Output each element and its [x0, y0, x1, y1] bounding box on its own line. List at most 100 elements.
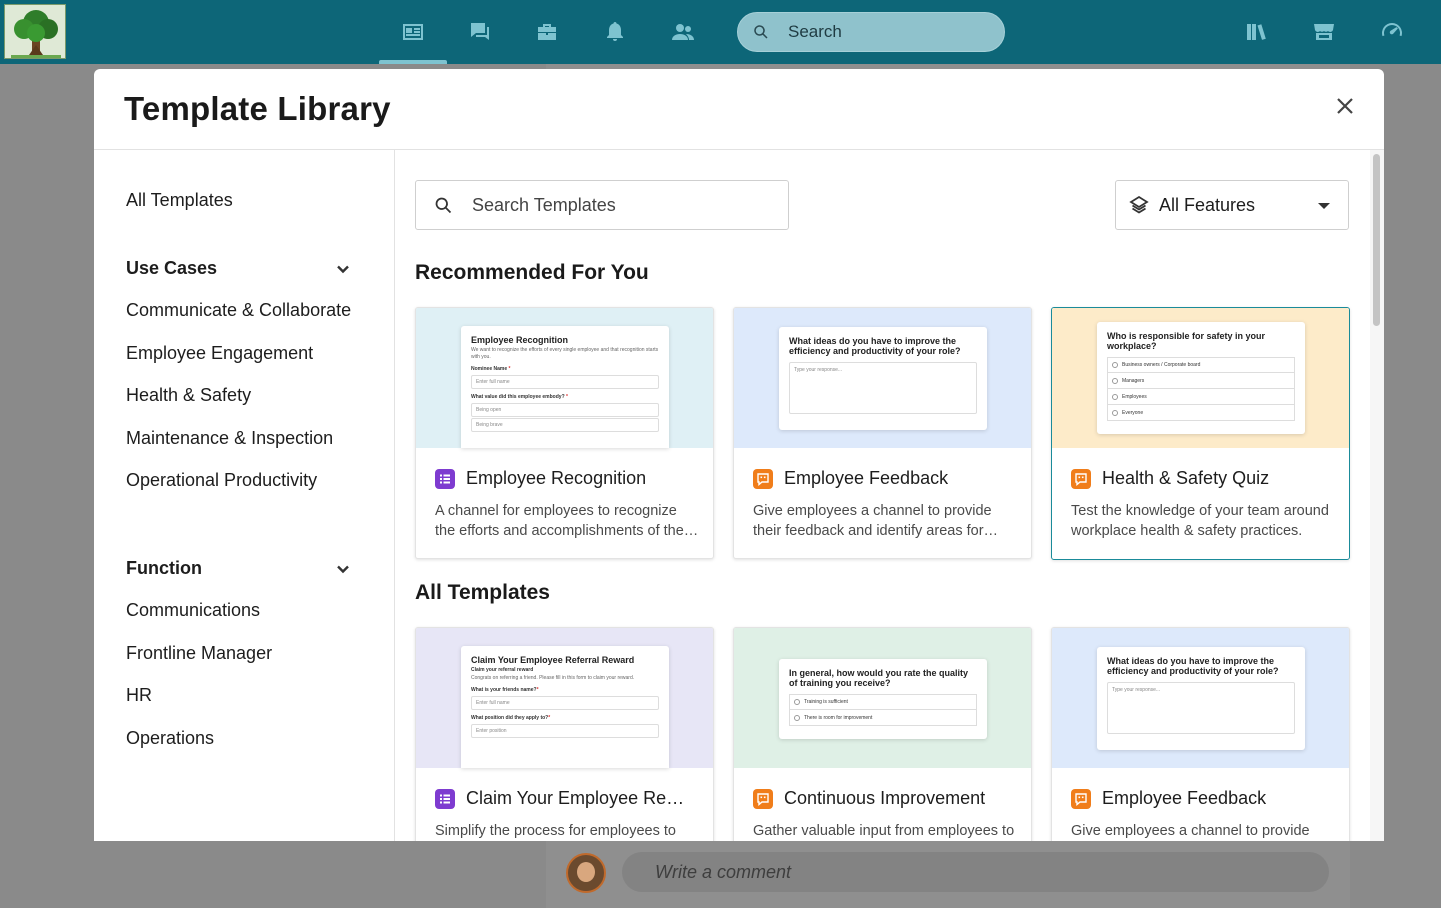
- use-cases-heading: Use Cases: [126, 258, 218, 278]
- global-search-bar[interactable]: Search: [737, 12, 1005, 52]
- bell-icon[interactable]: [600, 17, 630, 47]
- preview-title: Employee Recognition: [471, 335, 569, 345]
- template-card-employee-feedback-2[interactable]: What ideas do you have to improve the ef…: [1051, 627, 1350, 841]
- library-icon[interactable]: [1241, 17, 1271, 47]
- sidebar-item-maintenance-inspection[interactable]: Maintenance & Inspection: [126, 428, 333, 449]
- top-navigation-bar: Search: [0, 0, 1441, 64]
- preview-title: Who is responsible for safety in your wo…: [1107, 331, 1266, 351]
- survey-bubble-icon: [1071, 788, 1091, 809]
- preview-option: There is room for improvement: [789, 710, 977, 726]
- chevron-down-icon: [337, 265, 349, 273]
- layers-icon: [1129, 195, 1149, 215]
- form-preview: Who is responsible for safety in your wo…: [1097, 322, 1305, 434]
- survey-bubble-icon: [1071, 468, 1091, 489]
- tree-logo-icon[interactable]: [4, 4, 66, 59]
- preview-option: Managers: [1107, 373, 1295, 389]
- template-card-continuous-improvement[interactable]: In general, how would you rate the quali…: [733, 627, 1032, 841]
- toolbox-icon[interactable]: [532, 17, 562, 47]
- template-thumbnail: What ideas do you have to improve the ef…: [1052, 628, 1349, 768]
- sidebar-item-communications[interactable]: Communications: [126, 600, 260, 621]
- template-card-description: Test the knowledge of your team around w…: [1071, 503, 1329, 539]
- store-icon[interactable]: [1309, 17, 1339, 47]
- preview-field: Enter position: [471, 724, 659, 738]
- template-search-box[interactable]: [415, 180, 789, 230]
- template-card-description: Simplify the process for employees to cl…: [435, 823, 676, 839]
- people-icon[interactable]: [668, 17, 698, 47]
- preview-option: Employees: [1107, 389, 1295, 405]
- template-card-title: Employee Feedback: [753, 468, 1023, 489]
- preview-title: In general, how would you rate the quali…: [789, 668, 969, 688]
- template-card-description: Gather valuable input from employees to …: [753, 823, 1015, 839]
- use-cases-section-toggle[interactable]: Use Cases: [126, 258, 351, 279]
- modal-header: Template Library: [94, 69, 1384, 150]
- preview-option-text: There is room for improvement: [804, 714, 873, 721]
- preview-option-text: Training is sufficient: [804, 699, 848, 705]
- modal-title: Template Library: [124, 90, 391, 127]
- features-dropdown[interactable]: All Features: [1115, 180, 1349, 230]
- form-preview: Employee Recognition We want to recogniz…: [461, 326, 669, 448]
- template-card-claim-referral-reward[interactable]: Claim Your Employee Referral Reward Clai…: [415, 627, 714, 841]
- caret-down-icon: [1318, 203, 1330, 209]
- sidebar-item-frontline-manager[interactable]: Frontline Manager: [126, 643, 272, 664]
- preview-field: Enter full name: [471, 375, 659, 389]
- form-preview: What ideas do you have to improve the ef…: [1097, 647, 1305, 750]
- template-card-title: Claim Your Employee Referral Reward: [435, 788, 705, 809]
- template-card-title: Continuous Improvement: [753, 788, 1023, 809]
- template-card-description: A channel for employees to recognize the…: [435, 503, 692, 539]
- function-section-toggle[interactable]: Function: [126, 558, 351, 579]
- sidebar-item-operations[interactable]: Operations: [126, 728, 214, 749]
- preview-option: Everyone: [1107, 405, 1295, 421]
- template-search-input[interactable]: [472, 194, 772, 216]
- preview-question-text: What value did this employee embody?: [471, 394, 565, 400]
- template-sidebar: All Templates Use Cases Communicate & Co…: [94, 150, 395, 841]
- template-card-title: Employee Feedback: [1071, 788, 1341, 809]
- preview-description: Congrats on referring a friend. Please f…: [471, 675, 635, 681]
- template-thumbnail: Who is responsible for safety in your wo…: [1052, 308, 1349, 448]
- template-card-title-text: Employee Feedback: [1102, 788, 1267, 808]
- preview-title: What ideas do you have to improve the ef…: [789, 336, 961, 356]
- form-list-icon: [435, 468, 455, 489]
- preview-field: Type your response...: [789, 362, 977, 414]
- template-card-employee-recognition[interactable]: Employee Recognition We want to recogniz…: [415, 307, 714, 559]
- content-scrollbar-thumb[interactable]: [1373, 154, 1380, 326]
- sidebar-item-operational-productivity[interactable]: Operational Productivity: [126, 470, 317, 491]
- sidebar-item-communicate-collaborate[interactable]: Communicate & Collaborate: [126, 300, 351, 321]
- sidebar-item-hr[interactable]: HR: [126, 685, 152, 706]
- preview-options: Training is sufficient There is room for…: [789, 694, 977, 726]
- template-card-employee-feedback[interactable]: What ideas do you have to improve the ef…: [733, 307, 1032, 559]
- template-card-health-safety-quiz[interactable]: Who is responsible for safety in your wo…: [1051, 307, 1350, 560]
- form-preview: Claim Your Employee Referral Reward Clai…: [461, 646, 669, 768]
- speedometer-icon[interactable]: [1377, 17, 1407, 47]
- preview-question: Nominee Name *: [471, 366, 511, 372]
- form-preview: In general, how would you rate the quali…: [779, 659, 987, 739]
- avatar: [566, 853, 606, 893]
- template-library-modal: Template Library All Templates Use Cases…: [94, 69, 1384, 841]
- preview-question: What position did they apply to?*: [471, 715, 551, 721]
- chat-icon[interactable]: [465, 17, 495, 47]
- comment-input[interactable]: Write a comment: [622, 852, 1329, 892]
- preview-option-text: Everyone: [1122, 409, 1144, 416]
- sidebar-item-employee-engagement[interactable]: Employee Engagement: [126, 343, 313, 364]
- preview-question: What value did this employee embody? *: [471, 394, 568, 400]
- sidebar-item-all-templates[interactable]: All Templates: [126, 190, 233, 211]
- active-nav-indicator: [379, 60, 447, 64]
- preview-option: Training is sufficient: [789, 694, 977, 710]
- preview-options: Business owners / Corporate board Manage…: [1107, 357, 1295, 421]
- template-thumbnail: In general, how would you rate the quali…: [734, 628, 1031, 768]
- preview-option: Business owners / Corporate board: [1107, 357, 1295, 373]
- preview-title: What ideas do you have to improve the ef…: [1107, 656, 1279, 676]
- global-search-label: Search: [788, 22, 842, 41]
- close-button[interactable]: [1334, 95, 1356, 117]
- sidebar-item-health-safety[interactable]: Health & Safety: [126, 385, 251, 406]
- newsfeed-icon[interactable]: [398, 17, 428, 47]
- survey-bubble-icon: [753, 468, 773, 489]
- template-card-title: Health & Safety Quiz: [1071, 468, 1341, 489]
- survey-bubble-icon: [753, 788, 773, 809]
- preview-question: What is your friends name?*: [471, 687, 539, 693]
- template-content: All Features Recommended For You Employe…: [395, 150, 1384, 841]
- close-icon: [1337, 98, 1353, 114]
- search-icon: [435, 197, 452, 213]
- preview-question-text: What position did they apply to?: [471, 715, 549, 721]
- preview-option: Being open: [471, 403, 659, 417]
- template-card-title-text: Claim Your Employee Referral Reward: [466, 788, 688, 808]
